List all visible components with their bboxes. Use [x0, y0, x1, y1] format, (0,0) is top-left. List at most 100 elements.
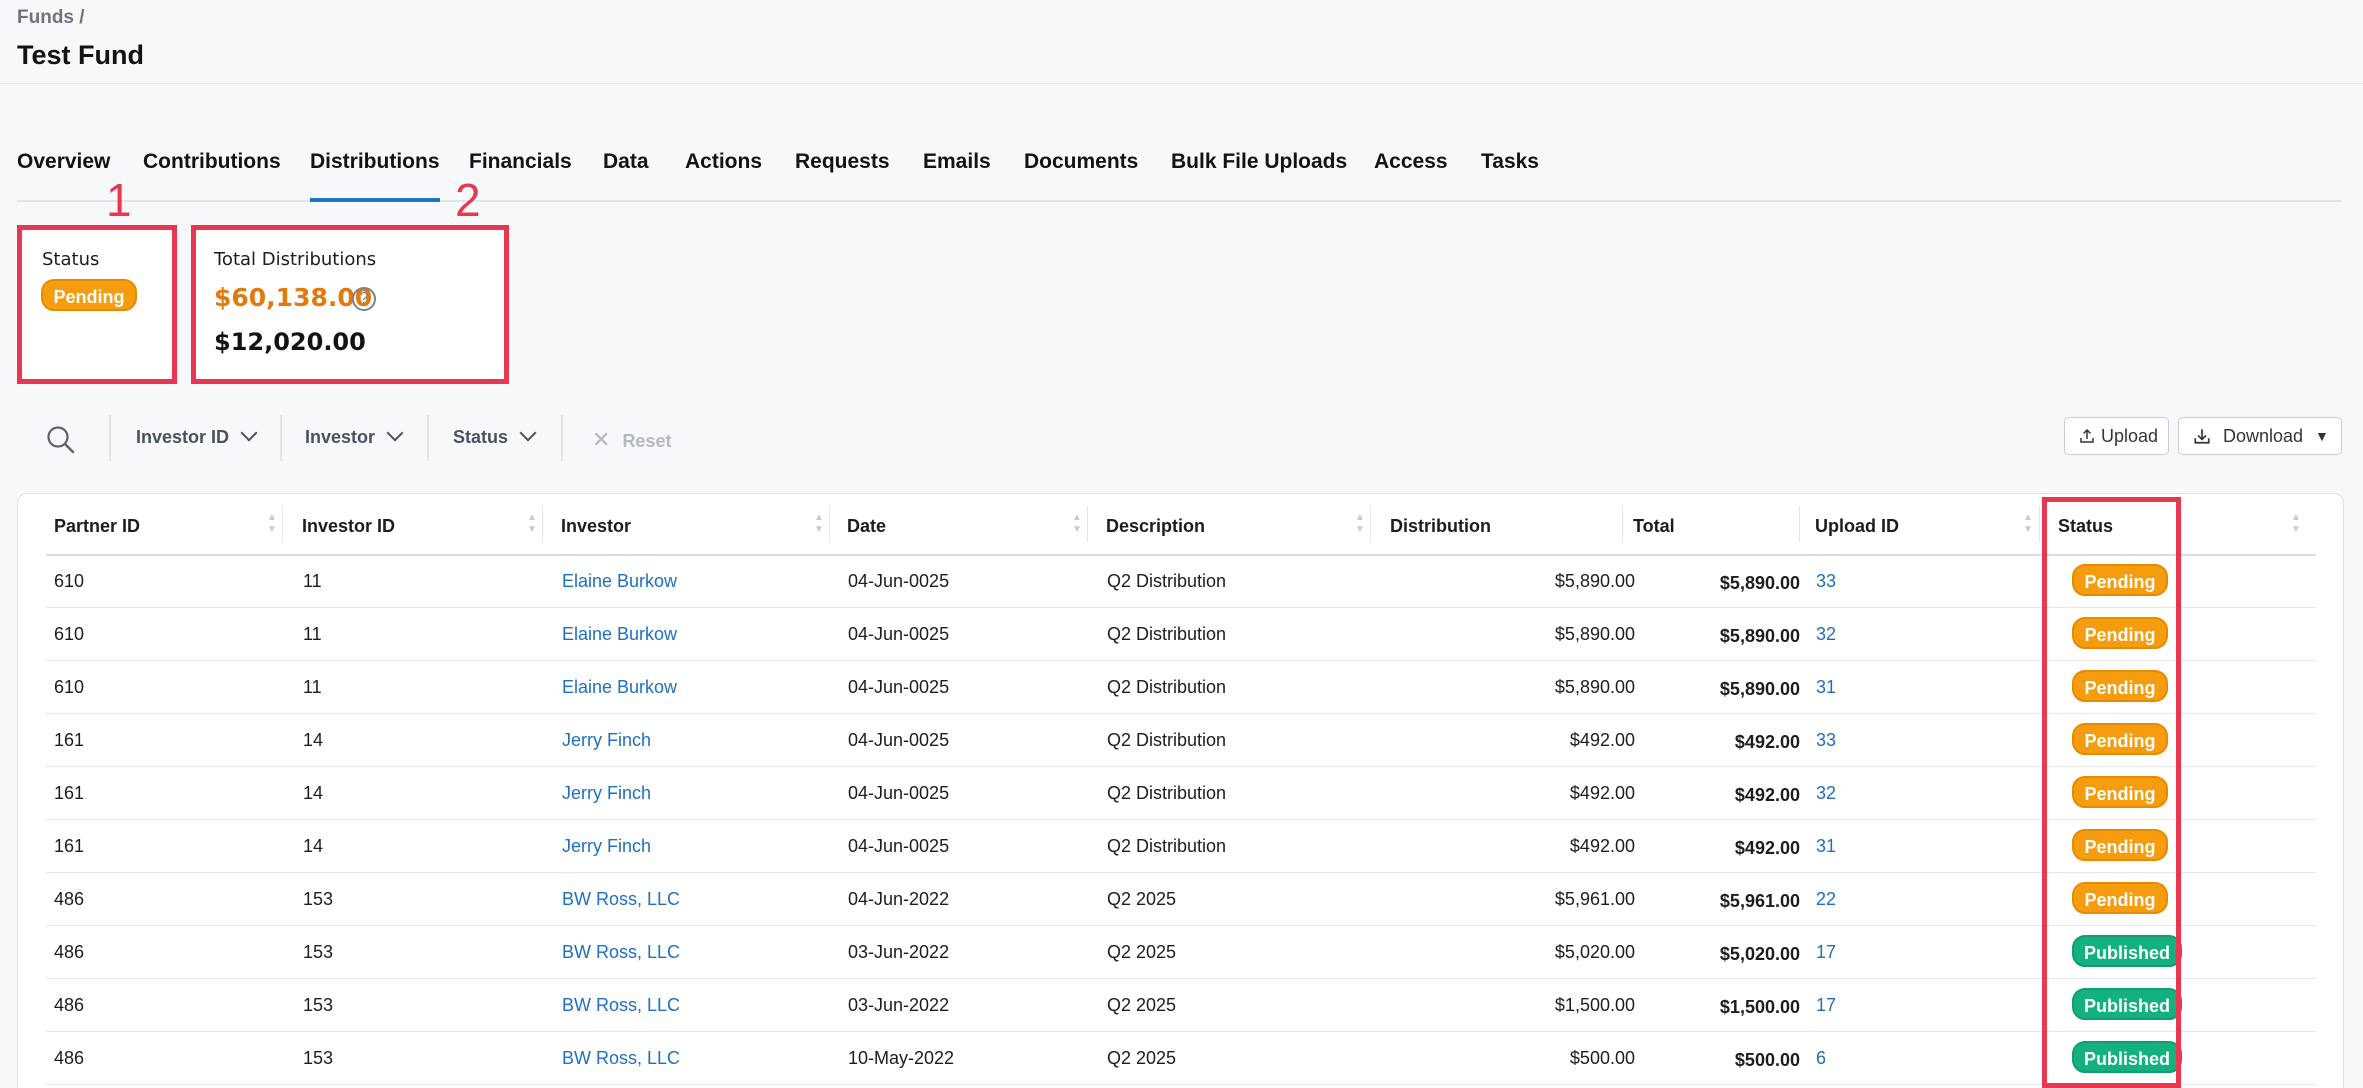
cell-description: Q2 Distribution [1107, 836, 1227, 856]
cell-description: Q2 2025 [1107, 942, 1177, 962]
tab-distributions[interactable]: Distributions [310, 150, 440, 202]
column-header-description[interactable]: Description [1106, 516, 1205, 537]
filter-toolbar: Investor ID Investor Status ✕ Reset Uploa… [17, 415, 2342, 465]
tab-documents[interactable]: Documents [1024, 150, 1138, 200]
sort-icon[interactable]: ▲ ▼ [1072, 512, 1082, 540]
column-header-distribution[interactable]: Distribution [1390, 516, 1491, 537]
tab-overview[interactable]: Overview [17, 150, 110, 200]
cell-total: $500.00 [1734, 1050, 1800, 1070]
table-row[interactable]: 610 11 Elaine Burkow 04-Jun-0025 Q2 Distribu… [46, 661, 2316, 714]
column-header-investor[interactable]: Investor [561, 516, 631, 537]
table-row[interactable]: 486 153 BW Ross, LLC 10-May-2022 Q2 2025 $500… [46, 1032, 2316, 1085]
filter-status[interactable]: Status [453, 424, 537, 448]
cell-date: 04-Jun-0025 [848, 783, 950, 803]
cell-partner-id: 161 [54, 836, 85, 856]
cell-partner-id: 486 [54, 995, 85, 1015]
cell-upload-id[interactable]: 32 [1816, 624, 1836, 645]
cell-distribution: $5,020.00 [1554, 942, 1635, 962]
table-row[interactable]: 486 153 BW Ross, LLC 04-Jun-2022 Q2 2025 $5,9… [46, 873, 2316, 926]
sort-icon[interactable]: ▲ ▼ [2291, 512, 2301, 540]
breadcrumb[interactable]: Funds / [17, 7, 85, 29]
cell-investor[interactable]: Jerry Finch [562, 783, 651, 804]
tab-access[interactable]: Access [1374, 150, 1448, 200]
table-row[interactable]: 161 14 Jerry Finch 04-Jun-0025 Q2 Distributi… [46, 714, 2316, 767]
cell-investor[interactable]: BW Ross, LLC [562, 942, 680, 963]
cell-upload-id[interactable]: 33 [1816, 730, 1836, 751]
table-row[interactable]: 161 14 Jerry Finch 04-Jun-0025 Q2 Distributi… [46, 767, 2316, 820]
caret-down-icon: ▼ [2315, 428, 2329, 444]
sort-icon[interactable]: ▲ ▼ [267, 512, 277, 540]
cell-partner-id: 161 [54, 783, 85, 803]
column-header-upload-id[interactable]: Upload ID [1815, 516, 1899, 537]
cell-total: $5,020.00 [1719, 944, 1800, 964]
reset-label: Reset [622, 431, 672, 451]
column-divider [1622, 506, 1623, 542]
cell-upload-id[interactable]: 31 [1816, 677, 1836, 698]
reset-button[interactable]: ✕ Reset [592, 427, 671, 453]
cell-partner-id: 161 [54, 730, 85, 750]
cell-investor-id: 153 [303, 995, 334, 1015]
cell-total: $5,890.00 [1719, 573, 1800, 593]
cell-investor[interactable]: BW Ross, LLC [562, 995, 680, 1016]
cell-date: 04-Jun-0025 [848, 677, 950, 697]
cell-distribution: $1,500.00 [1554, 995, 1635, 1015]
cell-description: Q2 2025 [1107, 995, 1177, 1015]
toolbar-divider [280, 415, 282, 461]
filter-investor[interactable]: Investor [305, 424, 404, 448]
sort-icon[interactable]: ▲ ▼ [2023, 512, 2033, 540]
table-row[interactable]: 486 153 BW Ross, LLC 03-Jun-2022 Q2 2025 $1,5… [46, 979, 2316, 1032]
tab-tasks[interactable]: Tasks [1481, 150, 1539, 200]
cell-upload-id[interactable]: 17 [1816, 942, 1836, 963]
tab-actions[interactable]: Actions [685, 150, 762, 200]
column-header-total[interactable]: Total [1633, 516, 1675, 537]
cell-investor[interactable]: Elaine Burkow [562, 624, 677, 645]
column-header-partner-id[interactable]: Partner ID [54, 516, 140, 537]
sort-icon[interactable]: ▲ ▼ [1355, 512, 1365, 540]
column-header-investor-id[interactable]: Investor ID [302, 516, 395, 537]
tab-financials[interactable]: Financials [469, 150, 572, 200]
download-button[interactable]: Download ▼ [2178, 417, 2342, 455]
annotation-number-1: 1 [106, 174, 132, 226]
cell-investor-id: 14 [303, 730, 324, 750]
table-row[interactable]: 610 11 Elaine Burkow 04-Jun-0025 Q2 Distribu… [46, 555, 2316, 608]
table-row[interactable]: 486 153 BW Ross, LLC 03-Jun-2022 Q2 2025 $5,0… [46, 926, 2316, 979]
cell-upload-id[interactable]: 6 [1816, 1048, 1826, 1069]
tab-emails[interactable]: Emails [923, 150, 991, 200]
column-divider [542, 506, 543, 542]
tab-contributions[interactable]: Contributions [143, 150, 281, 200]
filter-investor-label: Investor [305, 427, 376, 447]
cell-upload-id[interactable]: 22 [1816, 889, 1836, 910]
cell-upload-id[interactable]: 33 [1816, 571, 1836, 592]
upload-button[interactable]: Upload [2064, 417, 2169, 455]
table-row[interactable]: 610 11 Elaine Burkow 04-Jun-0025 Q2 Distribu… [46, 608, 2316, 661]
filter-status-label: Status [453, 427, 509, 447]
cell-description: Q2 Distribution [1107, 783, 1227, 803]
cell-upload-id[interactable]: 32 [1816, 783, 1836, 804]
column-header-date[interactable]: Date [847, 516, 886, 537]
cell-upload-id[interactable]: 17 [1816, 995, 1836, 1016]
tab-data[interactable]: Data [603, 150, 649, 200]
cell-partner-id: 486 [54, 1048, 85, 1068]
search-icon[interactable] [45, 424, 77, 456]
cell-date: 03-Jun-2022 [848, 942, 950, 962]
tab-bulk-file-uploads[interactable]: Bulk File Uploads [1171, 150, 1347, 200]
cell-date: 04-Jun-0025 [848, 730, 950, 750]
cell-investor[interactable]: Elaine Burkow [562, 677, 677, 698]
cell-total: $492.00 [1734, 838, 1800, 858]
cell-partner-id: 486 [54, 942, 85, 962]
cell-investor[interactable]: Jerry Finch [562, 730, 651, 751]
cell-investor[interactable]: Elaine Burkow [562, 571, 677, 592]
sort-icon[interactable]: ▲ ▼ [814, 512, 824, 540]
cell-investor[interactable]: BW Ross, LLC [562, 889, 680, 910]
cell-distribution: $5,890.00 [1554, 571, 1635, 591]
filter-investor-id[interactable]: Investor ID [136, 424, 258, 448]
cell-upload-id[interactable]: 31 [1816, 836, 1836, 857]
cell-investor[interactable]: Jerry Finch [562, 836, 651, 857]
cell-investor-id: 11 [303, 571, 322, 591]
column-divider [1087, 506, 1088, 542]
sort-icon[interactable]: ▲ ▼ [527, 512, 537, 540]
column-divider [2039, 506, 2040, 542]
table-row[interactable]: 161 14 Jerry Finch 04-Jun-0025 Q2 Distributi… [46, 820, 2316, 873]
tab-requests[interactable]: Requests [795, 150, 890, 200]
cell-investor[interactable]: BW Ross, LLC [562, 1048, 680, 1069]
